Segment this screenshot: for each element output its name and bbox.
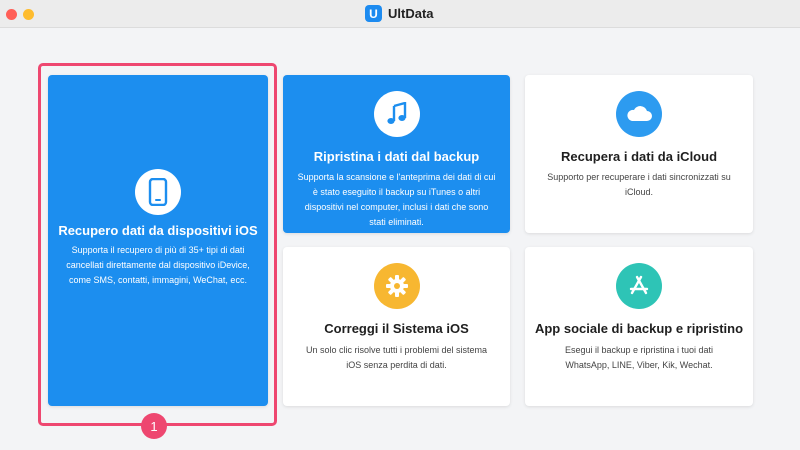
ultdata-logo-icon: U bbox=[365, 5, 382, 22]
close-window-button[interactable] bbox=[6, 9, 17, 20]
card-social-app-backup[interactable]: App sociale di backup e ripristino Esegu… bbox=[525, 247, 753, 406]
card-description: Esegui il backup e ripristina i tuoi dat… bbox=[564, 345, 714, 370]
card-fix-ios-system[interactable]: Correggi il Sistema iOS Un solo clic ris… bbox=[283, 247, 510, 406]
card-title: App sociale di backup e ripristino bbox=[534, 321, 744, 336]
app-title: U UltData bbox=[365, 5, 434, 22]
cloud-icon bbox=[616, 91, 662, 137]
card-description: Supporta la scansione e l'anteprima dei … bbox=[297, 172, 496, 227]
app-store-icon bbox=[616, 263, 662, 309]
app-name: UltData bbox=[388, 6, 434, 21]
card-description: Un solo clic risolve tutti i problemi de… bbox=[305, 345, 488, 370]
card-restore-from-backup[interactable]: Ripristina i dati dal backup Supporta la… bbox=[283, 75, 510, 233]
gear-icon bbox=[373, 263, 420, 309]
selection-highlight-frame bbox=[38, 63, 277, 426]
card-title: Recupera i dati da iCloud bbox=[560, 149, 718, 164]
card-recover-from-icloud[interactable]: Recupera i dati da iCloud Supporto per r… bbox=[525, 75, 753, 233]
title-bar: U UltData bbox=[0, 0, 800, 28]
card-title: Ripristina i dati dal backup bbox=[313, 149, 480, 164]
card-description: Supporto per recuperare i dati sincroniz… bbox=[547, 172, 731, 197]
music-note-icon bbox=[373, 91, 420, 137]
step-number-badge: 1 bbox=[141, 413, 167, 439]
minimize-window-button[interactable] bbox=[23, 9, 34, 20]
card-title: Correggi il Sistema iOS bbox=[324, 321, 469, 336]
